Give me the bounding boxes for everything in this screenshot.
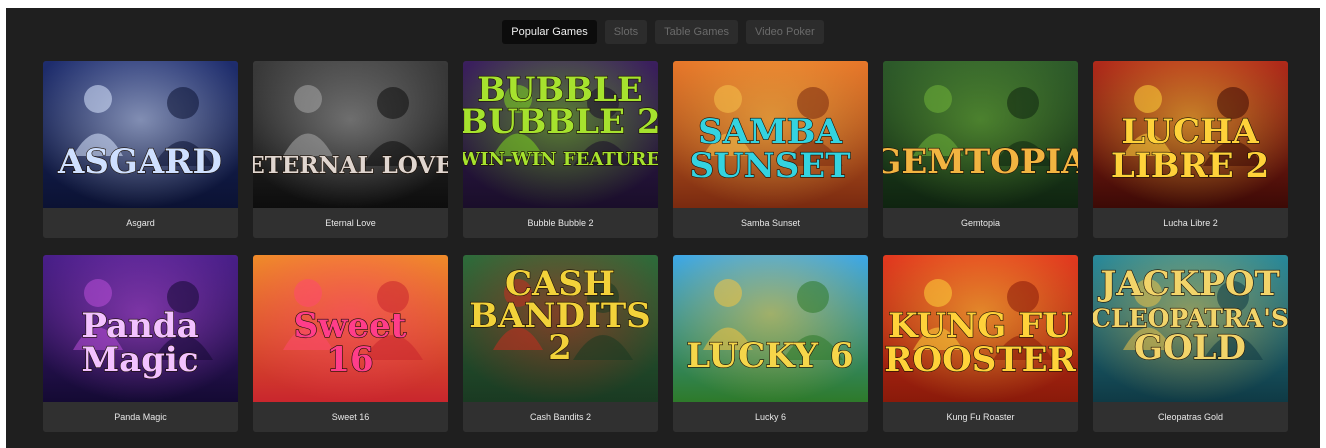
category-tabs: Popular Games Slots Table Games Video Poker: [6, 20, 1320, 44]
game-card[interactable]: CASH BANDITS 2 Cash Bandits 2: [463, 255, 658, 432]
game-grid: ASGARD Asgard ETERNAL LOVE Eternal Love BUBB…: [43, 61, 1288, 432]
game-logo-text: ROOSTER: [884, 340, 1076, 380]
game-thumbnail[interactable]: ASGARD: [43, 61, 238, 208]
game-title[interactable]: Eternal Love: [253, 208, 448, 238]
game-thumbnail[interactable]: Panda Magic: [43, 255, 238, 402]
game-logo-text: Magic: [81, 340, 198, 380]
game-title[interactable]: Lucha Libre 2: [1093, 208, 1288, 238]
tab-popular-games[interactable]: Popular Games: [502, 20, 597, 44]
game-logo-text: LIBRE 2: [1111, 146, 1269, 186]
game-card[interactable]: SAMBA SUNSET Samba Sunset: [673, 61, 868, 238]
game-card[interactable]: LUCHA LIBRE 2 Lucha Libre 2: [1093, 61, 1288, 238]
game-logo-text: WIN-WIN FEATURE: [463, 149, 658, 170]
game-title[interactable]: Cash Bandits 2: [463, 402, 658, 432]
game-thumbnail[interactable]: KUNG FU ROOSTER: [883, 255, 1078, 402]
game-card[interactable]: ETERNAL LOVE Eternal Love: [253, 61, 448, 238]
game-thumbnail[interactable]: JACKPOT CLEOPATRA'S GOLD: [1093, 255, 1288, 402]
game-thumbnail[interactable]: ETERNAL LOVE: [253, 61, 448, 208]
game-thumbnail[interactable]: LUCHA LIBRE 2: [1093, 61, 1288, 208]
game-thumbnail[interactable]: GEMTOPIA: [883, 61, 1078, 208]
game-card[interactable]: Panda Magic Panda Magic: [43, 255, 238, 432]
game-logo-text: BUBBLE 2: [463, 102, 658, 142]
game-title[interactable]: Bubble Bubble 2: [463, 208, 658, 238]
tab-video-poker[interactable]: Video Poker: [745, 20, 824, 44]
game-thumbnail[interactable]: LUCKY 6: [673, 255, 868, 402]
game-thumbnail[interactable]: Sweet 16: [253, 255, 448, 402]
game-thumbnail[interactable]: CASH BANDITS 2: [463, 255, 658, 402]
game-card[interactable]: GEMTOPIA Gemtopia: [883, 61, 1078, 238]
tab-table-games[interactable]: Table Games: [655, 20, 738, 44]
game-logo-text: ASGARD: [57, 142, 222, 182]
game-logo-text: GEMTOPIA: [883, 142, 1078, 182]
game-title[interactable]: Kung Fu Roaster: [883, 402, 1078, 432]
tab-slots[interactable]: Slots: [604, 20, 648, 44]
game-logo-text: GOLD: [1134, 328, 1246, 368]
game-logo-text: ETERNAL LOVE: [253, 152, 448, 179]
game-logo-text: SUNSET: [689, 146, 850, 186]
game-logo-text: JACKPOT: [1097, 264, 1280, 304]
game-card[interactable]: LUCKY 6 Lucky 6: [673, 255, 868, 432]
game-thumbnail[interactable]: BUBBLE BUBBLE 2 WIN-WIN FEATURE: [463, 61, 658, 208]
game-thumbnail[interactable]: SAMBA SUNSET: [673, 61, 868, 208]
game-title[interactable]: Panda Magic: [43, 402, 238, 432]
game-logo-text: LUCKY 6: [686, 336, 853, 376]
game-logo-text: 16: [326, 340, 373, 380]
game-card[interactable]: JACKPOT CLEOPATRA'S GOLD Cleopatras Gold: [1093, 255, 1288, 432]
game-title[interactable]: Cleopatras Gold: [1093, 402, 1288, 432]
game-card[interactable]: ASGARD Asgard: [43, 61, 238, 238]
game-title[interactable]: Asgard: [43, 208, 238, 238]
game-title[interactable]: Gemtopia: [883, 208, 1078, 238]
game-card[interactable]: BUBBLE BUBBLE 2 WIN-WIN FEATURE Bubble Bubb…: [463, 61, 658, 238]
game-title[interactable]: Sweet 16: [253, 402, 448, 432]
game-title[interactable]: Lucky 6: [673, 402, 868, 432]
game-card[interactable]: Sweet 16 Sweet 16: [253, 255, 448, 432]
game-card[interactable]: KUNG FU ROOSTER Kung Fu Roaster: [883, 255, 1078, 432]
games-panel: Popular Games Slots Table Games Video Poker…: [6, 8, 1320, 448]
game-logo-text: 2: [548, 328, 572, 368]
game-title[interactable]: Samba Sunset: [673, 208, 868, 238]
